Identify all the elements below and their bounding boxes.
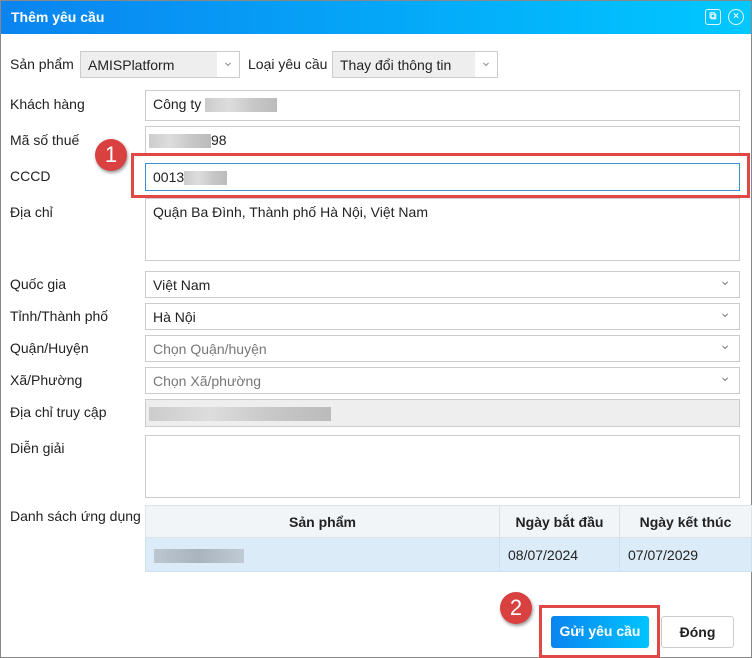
highlight-submit	[539, 605, 660, 658]
add-request-dialog: Thêm yêu cầu ⧉ × Sản phẩm AMISPlatform ⌄ …	[0, 0, 752, 658]
note-textarea[interactable]	[145, 435, 740, 498]
col-end: Ngày kết thúc	[619, 505, 752, 538]
access-label: Địa chỉ truy cập	[10, 404, 107, 420]
cell-start: 08/07/2024	[499, 537, 620, 572]
chevron-down-icon: ⌄	[217, 52, 239, 77]
highlight-cccd	[131, 153, 750, 198]
redacted	[205, 98, 278, 113]
chevron-down-icon: ⌄	[475, 52, 497, 77]
tax-label: Mã số thuế	[10, 132, 80, 148]
request-type-select[interactable]: Thay đổi thông tin ⌄	[332, 51, 498, 78]
district-label: Quận/Huyện	[10, 340, 89, 356]
ward-select[interactable]: Chọn Xã/phường	[145, 367, 740, 394]
step-badge-2: 2	[500, 592, 532, 624]
district-select[interactable]: Chọn Quận/huyện	[145, 335, 740, 362]
customer-input[interactable]: Công ty	[145, 90, 740, 121]
redacted	[149, 407, 331, 422]
redacted	[149, 134, 211, 149]
col-product: Sản phẩm	[145, 505, 500, 538]
apps-table: Sản phẩm Ngày bắt đầu Ngày kết thúc 08/07/…	[145, 505, 752, 572]
country-select[interactable]: Việt Nam	[145, 271, 740, 298]
customer-value: Công ty	[153, 96, 202, 112]
tax-input[interactable]: 98	[145, 126, 740, 156]
close-button[interactable]: Đóng	[661, 616, 734, 648]
tax-value: 98	[211, 132, 227, 148]
product-value: AMISPlatform	[88, 57, 175, 73]
restore-icon[interactable]: ⧉	[705, 9, 721, 25]
product-select[interactable]: AMISPlatform ⌄	[80, 51, 240, 78]
cell-product	[145, 537, 500, 572]
ward-label: Xã/Phường	[10, 372, 83, 388]
customer-label: Khách hàng	[10, 96, 85, 112]
country-label: Quốc gia	[10, 276, 67, 292]
apps-label: Danh sách ứng dụng	[10, 508, 141, 524]
col-start: Ngày bắt đầu	[499, 505, 620, 538]
request-type-label: Loại yêu cầu	[248, 56, 328, 72]
dialog-title: Thêm yêu cầu	[11, 9, 105, 25]
cccd-label: CCCD	[10, 168, 51, 184]
step-badge-1: 1	[95, 139, 127, 171]
redacted	[154, 548, 244, 563]
request-type-value: Thay đổi thông tin	[340, 57, 452, 73]
access-address-input	[145, 399, 740, 427]
close-icon[interactable]: ×	[728, 9, 744, 25]
note-label: Diễn giải	[10, 440, 65, 456]
product-label: Sản phẩm	[10, 56, 74, 72]
city-select[interactable]: Hà Nội	[145, 303, 740, 330]
dialog-titlebar: Thêm yêu cầu ⧉ ×	[1, 1, 751, 34]
city-label: Tỉnh/Thành phố	[10, 308, 109, 324]
address-input[interactable]: Quận Ba Đình, Thành phố Hà Nội, Việt Nam	[145, 198, 740, 261]
table-row[interactable]: 08/07/2024 07/07/2029	[145, 537, 752, 572]
cell-end: 07/07/2029	[619, 537, 752, 572]
address-label: Địa chỉ	[10, 204, 53, 220]
